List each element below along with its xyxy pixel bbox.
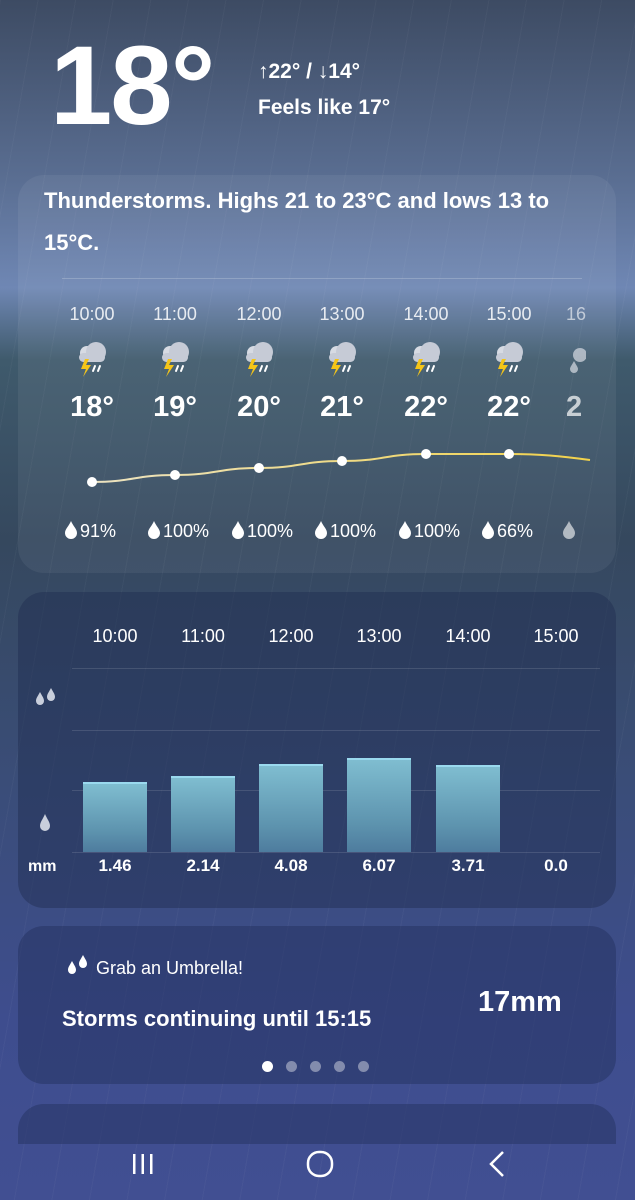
total-rainfall-amount: 17mm — [478, 986, 562, 1018]
umbrella-alert: Grab an Umbrella! — [66, 955, 243, 979]
chart-gridline — [72, 668, 600, 669]
raindrops-icon — [68, 955, 87, 974]
temperature-point — [421, 449, 431, 459]
heavy-rain-icon — [34, 688, 58, 717]
back-icon — [489, 1151, 504, 1177]
rainfall-value: 6.07 — [362, 856, 396, 875]
rainfall-value: 0.0 — [544, 856, 568, 875]
temperature-point — [504, 449, 514, 459]
umbrella-title: Grab an Umbrella! — [96, 958, 244, 978]
rainfall-hour: 11:00 — [181, 626, 225, 646]
chart-gridline — [72, 852, 600, 853]
rainfall-value: 3.71 — [451, 856, 485, 875]
page-dot[interactable] — [310, 1061, 321, 1072]
rainfall-hour: 13:00 — [356, 626, 402, 646]
temperature-point — [254, 463, 264, 473]
recent-apps-icon — [133, 1154, 153, 1174]
light-rain-icon — [38, 814, 52, 837]
rainfall-hour: 15:00 — [533, 626, 579, 646]
rainfall-hour: 10:00 — [92, 626, 138, 646]
rainfall-bar — [436, 765, 500, 852]
temperature-point — [87, 477, 97, 487]
page-dot[interactable] — [358, 1061, 369, 1072]
page-dot[interactable] — [262, 1061, 273, 1072]
back-button[interactable] — [468, 1144, 528, 1184]
rainfall-bar — [171, 776, 235, 852]
rainfall-unit: mm — [28, 858, 57, 875]
rainfall-hour: 14:00 — [445, 626, 491, 646]
page-dot[interactable] — [334, 1061, 345, 1072]
chart-gridline — [72, 730, 600, 731]
home-icon — [306, 1150, 334, 1178]
temperature-point — [337, 456, 347, 466]
rainfall-value: 1.46 — [98, 856, 132, 875]
home-button[interactable] — [290, 1144, 350, 1184]
page-indicator — [262, 1061, 369, 1072]
rainfall-bar — [83, 782, 147, 852]
rainfall-value: 2.14 — [186, 856, 220, 875]
storm-duration-text: Storms continuing until 15:15 — [62, 1006, 372, 1031]
chart-gridline — [72, 790, 600, 791]
page-dot[interactable] — [286, 1061, 297, 1072]
system-nav-bar — [0, 1130, 635, 1200]
temperature-point — [170, 470, 180, 480]
rainfall-bar — [259, 764, 323, 852]
rainfall-bar — [347, 758, 411, 852]
rainfall-value: 4.08 — [274, 856, 308, 875]
recent-apps-button[interactable] — [113, 1144, 173, 1184]
rainfall-hour: 12:00 — [268, 626, 314, 646]
